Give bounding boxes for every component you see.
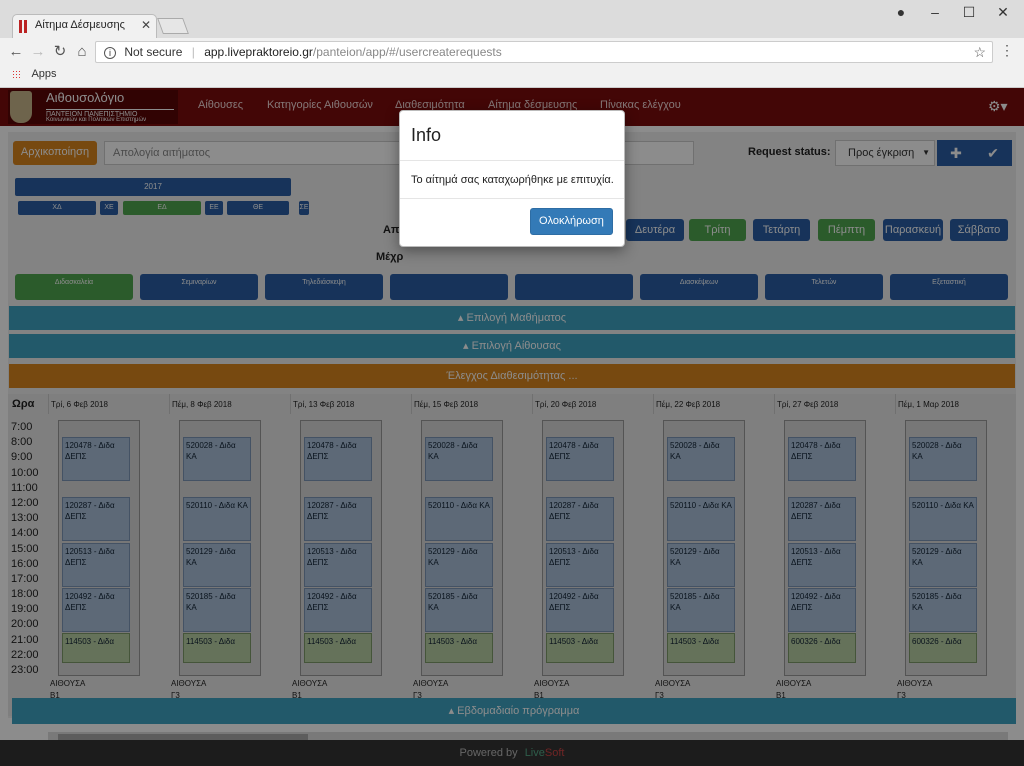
dialog-message: Το αίτημά σας καταχωρήθηκε με επιτυχία. xyxy=(400,161,624,199)
reload-icon[interactable]: ↻ xyxy=(50,42,70,62)
info-icon[interactable]: i xyxy=(104,47,116,59)
browser-chrome: Αίτημα Δέσμευσης ✕ ● – ☐ ✕ ← → ↻ ⌂ i Not… xyxy=(0,0,1024,88)
info-dialog: Info Το αίτημά σας καταχωρήθηκε με επιτυ… xyxy=(399,110,625,247)
address-bar-row: ← → ↻ ⌂ i Not secure | app.livepraktorei… xyxy=(0,38,1024,66)
bookmark-apps[interactable]: Apps xyxy=(31,68,56,80)
url-host: app.livepraktoreio.gr xyxy=(204,45,313,59)
dialog-title: Info xyxy=(400,111,624,161)
tab-strip: Αίτημα Δέσμευσης ✕ ● – ☐ ✕ xyxy=(0,0,1024,38)
profile-icon[interactable]: ● xyxy=(884,2,918,22)
bookmarks-bar: Apps xyxy=(0,66,1024,88)
browser-tab[interactable]: Αίτημα Δέσμευσης ✕ xyxy=(12,14,157,38)
apps-grid-icon xyxy=(12,69,21,79)
bookmark-star-icon[interactable]: ☆ xyxy=(973,42,986,62)
maximize-icon[interactable]: ☐ xyxy=(952,2,986,22)
site-favicon-icon xyxy=(19,20,27,33)
new-tab-button[interactable] xyxy=(157,18,189,34)
back-icon[interactable]: ← xyxy=(6,42,26,62)
url-input[interactable]: i Not secure | app.livepraktoreio.gr/pan… xyxy=(95,41,993,63)
url-separator: | xyxy=(191,45,195,59)
browser-menu-icon[interactable]: ⋮ xyxy=(1000,42,1014,59)
security-label: Not secure xyxy=(124,45,183,59)
tab-title: Αίτημα Δέσμευσης xyxy=(35,19,125,31)
complete-button[interactable]: Ολοκλήρωση xyxy=(530,208,613,235)
forward-icon[interactable]: → xyxy=(28,42,48,62)
minimize-icon[interactable]: – xyxy=(918,2,952,22)
url-path: /panteion/app/#/usercreaterequests xyxy=(312,45,502,59)
home-icon[interactable]: ⌂ xyxy=(72,42,92,62)
close-window-icon[interactable]: ✕ xyxy=(986,2,1020,22)
close-tab-icon[interactable]: ✕ xyxy=(141,18,151,32)
